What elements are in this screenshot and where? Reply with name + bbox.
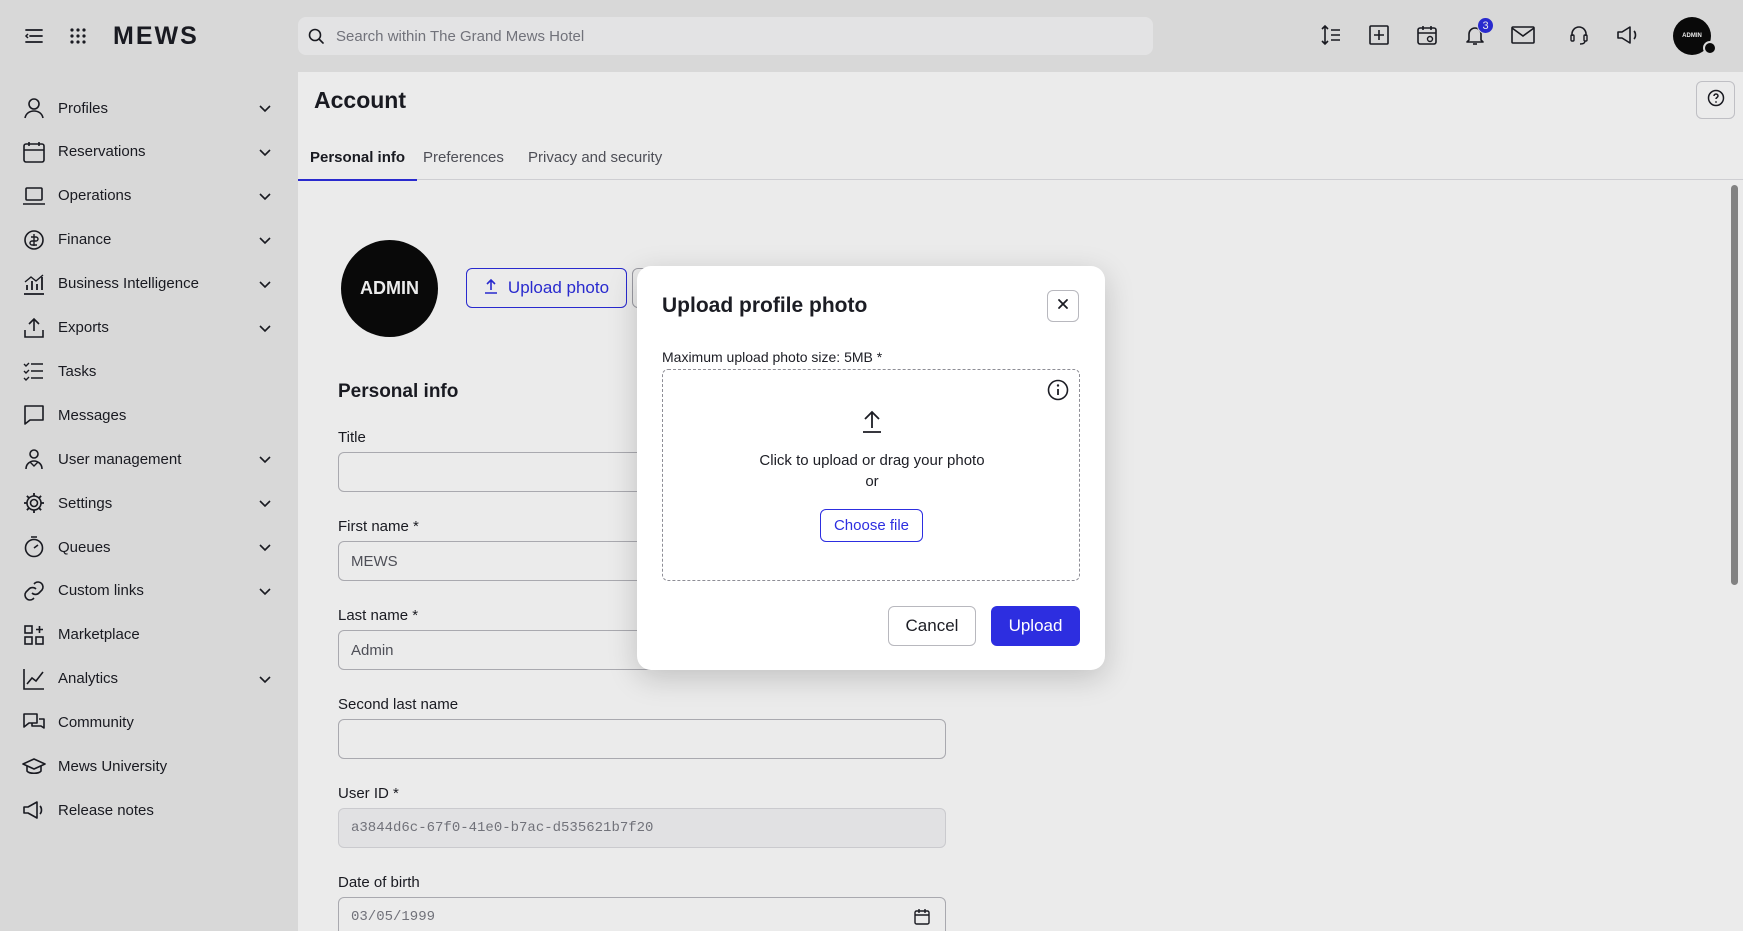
cancel-button[interactable]: Cancel (888, 606, 976, 646)
upload-button[interactable]: Upload (991, 606, 1080, 646)
dropzone-or-text: or (865, 473, 879, 490)
photo-dropzone[interactable]: Click to upload or drag your photo or Ch… (662, 369, 1080, 581)
max-size-label: Maximum upload photo size: 5MB * (662, 349, 883, 365)
close-button[interactable] (1047, 290, 1079, 322)
info-icon[interactable] (1046, 378, 1070, 402)
upload-icon (860, 408, 884, 434)
close-icon (1057, 297, 1069, 315)
dropzone-text: Click to upload or drag your photo (759, 452, 985, 469)
choose-file-button[interactable]: Choose file (820, 509, 923, 542)
upload-photo-dialog: Upload profile photo Maximum upload phot… (637, 266, 1105, 670)
dialog-title: Upload profile photo (662, 294, 868, 317)
